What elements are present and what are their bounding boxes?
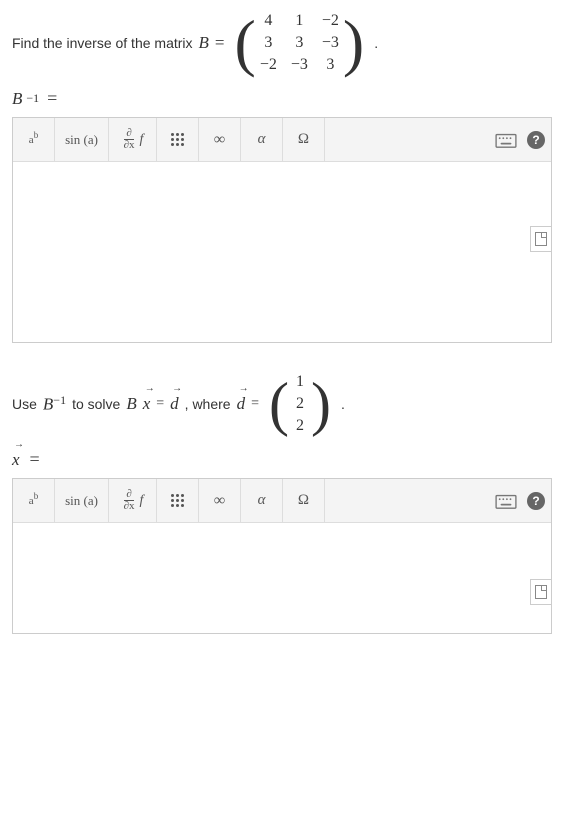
help-q: ? — [532, 133, 539, 147]
rparen2: ) — [311, 380, 331, 428]
dots-icon2 — [171, 494, 184, 507]
fullscreen-icon — [535, 232, 547, 246]
exponent-button[interactable]: ab — [13, 479, 55, 523]
q1-matrix: ( 4 1 −2 3 3 −3 −2 −3 3 ) — [235, 12, 365, 74]
help-button[interactable]: ? — [527, 492, 545, 510]
q2-period: . — [341, 396, 345, 412]
infinity-button[interactable]: ∞ — [199, 118, 241, 162]
q2-editor: ab sin (a) ∂ ∂x f ∞ α Ω — [12, 478, 552, 634]
q2-B: B — [43, 395, 53, 414]
dden: ∂x — [122, 140, 137, 151]
ab-b: b — [34, 130, 39, 140]
q2-eqx: x — [143, 394, 151, 414]
m11: 3 — [291, 34, 308, 52]
m20: −2 — [260, 56, 277, 74]
q2-mid1: to solve — [72, 396, 120, 412]
m12: −3 — [322, 34, 339, 52]
help-q2: ? — [532, 494, 539, 508]
q2-prompt: Use B−1 to solve Bx = d , where d = ( 1 … — [12, 373, 569, 435]
v2: 2 — [293, 417, 307, 435]
q2-answer-label: x = — [12, 449, 569, 470]
m02: −2 — [322, 12, 339, 30]
omega-label2: Ω — [298, 492, 309, 509]
q2-eq2: = — [251, 396, 259, 412]
m00: 4 — [260, 12, 277, 30]
q1-eq: = — [215, 33, 225, 53]
fullscreen-icon2 — [535, 585, 547, 599]
m22: 3 — [322, 56, 339, 74]
q2-d2: d — [237, 394, 246, 414]
q2-label-var: x — [12, 450, 20, 470]
alpha-button[interactable]: α — [241, 118, 283, 162]
alpha-label2: α — [258, 492, 266, 509]
q1-editor: ab sin (a) ∂ ∂x f ∞ α Ω — [12, 117, 552, 343]
keyboard-icon — [495, 131, 517, 149]
frac-icon2: ∂ ∂x — [122, 489, 137, 512]
q2-d: d — [170, 394, 179, 414]
toolbar-right: ? — [491, 118, 551, 162]
m21: −3 — [291, 56, 308, 74]
fullscreen-button[interactable] — [530, 579, 552, 605]
q2-mid2: , where — [185, 396, 231, 412]
q1-label-sup: −1 — [26, 91, 39, 106]
inf-label2: ∞ — [214, 492, 225, 510]
alpha-button[interactable]: α — [241, 479, 283, 523]
q1-matrix-body: 4 1 −2 3 3 −3 −2 −3 3 — [256, 12, 343, 74]
matrix-button[interactable] — [157, 479, 199, 523]
frac-icon: ∂ ∂x — [122, 128, 137, 151]
lparen2: ( — [269, 380, 289, 428]
q2-prefix: Use — [12, 396, 37, 412]
derivative-button[interactable]: ∂ ∂x f — [109, 118, 157, 162]
q2-vector: ( 1 2 2 ) — [269, 373, 331, 435]
infinity-button[interactable]: ∞ — [199, 479, 241, 523]
q1-toolbar: ab sin (a) ∂ ∂x f ∞ α Ω — [13, 118, 551, 162]
q2-eq: = — [156, 396, 164, 412]
q1-input-area[interactable] — [13, 162, 551, 342]
omega-button[interactable]: Ω — [283, 479, 325, 523]
trig-button[interactable]: sin (a) — [55, 479, 109, 523]
q2-toolbar: ab sin (a) ∂ ∂x f ∞ α Ω — [13, 479, 551, 523]
matrix-button[interactable] — [157, 118, 199, 162]
alpha-label: α — [258, 131, 266, 148]
q2-eqB: B — [126, 394, 136, 414]
deriv-f: f — [140, 132, 144, 148]
v0: 1 — [293, 373, 307, 391]
q1-var: B — [199, 33, 209, 53]
sin-label: sin (a) — [65, 132, 98, 148]
rparen: ) — [343, 17, 364, 68]
inf-label: ∞ — [214, 131, 225, 149]
q2-input-area[interactable] — [13, 523, 551, 633]
q1-label-var: B — [12, 89, 22, 109]
m10: 3 — [260, 34, 277, 52]
q1-answer-label: B −1 = — [12, 88, 569, 109]
derivative-button[interactable]: ∂ ∂x f — [109, 479, 157, 523]
v1: 2 — [293, 395, 307, 413]
q1-label-eq: = — [47, 88, 57, 109]
q1-period: . — [374, 35, 378, 51]
keyboard-button[interactable] — [491, 118, 521, 162]
deriv-f2: f — [140, 493, 144, 509]
omega-label: Ω — [298, 131, 309, 148]
dots-icon — [171, 133, 184, 146]
toolbar-right2: ? — [491, 479, 551, 523]
sin-label2: sin (a) — [65, 493, 98, 509]
lparen: ( — [235, 17, 256, 68]
q2-Bsup: −1 — [53, 393, 66, 407]
exponent-button[interactable]: ab — [13, 118, 55, 162]
fullscreen-button[interactable] — [530, 226, 552, 252]
q2-vec-body: 1 2 2 — [289, 373, 311, 435]
m01: 1 — [291, 12, 308, 30]
trig-button[interactable]: sin (a) — [55, 118, 109, 162]
help-button[interactable]: ? — [527, 131, 545, 149]
q1-prompt: Find the inverse of the matrix B = ( 4 1… — [12, 12, 569, 74]
keyboard-icon2 — [495, 492, 517, 510]
ab-b2: b — [34, 491, 39, 501]
dden2: ∂x — [122, 501, 137, 512]
keyboard-button[interactable] — [491, 479, 521, 523]
q2-label-eq: = — [30, 449, 40, 470]
q1-prefix: Find the inverse of the matrix — [12, 35, 193, 51]
omega-button[interactable]: Ω — [283, 118, 325, 162]
